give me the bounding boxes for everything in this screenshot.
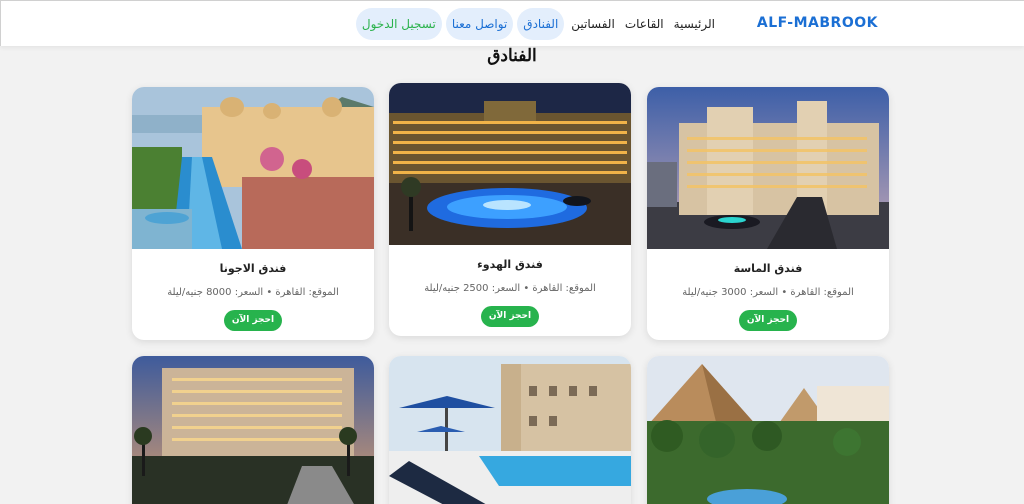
- nav-halls[interactable]: القاعات: [622, 8, 667, 40]
- hotel-meta: الموقع: القاهرة • السعر: 8000 جنيه/ليلة: [167, 287, 339, 298]
- book-now-button[interactable]: احجز الآن: [223, 310, 283, 331]
- hotel-photo-calm: [389, 83, 631, 245]
- nav-hotels[interactable]: الفنادق: [517, 8, 565, 40]
- hotel-photo-pool-resort: [389, 356, 631, 504]
- hotel-card: [132, 356, 374, 504]
- nav-home[interactable]: الرئيسية: [671, 8, 718, 40]
- hotel-card: فندق الاجونا الموقع: القاهرة • السعر: 80…: [132, 87, 374, 340]
- nav-dresses[interactable]: الفساتين: [568, 8, 618, 40]
- nav-contact[interactable]: تواصل معنا: [445, 8, 514, 40]
- hotel-name: فندق الاجونا: [219, 262, 287, 275]
- book-now-button[interactable]: احجز الآن: [738, 310, 798, 331]
- hotel-card: [647, 356, 889, 504]
- hotel-photo-laguna: [132, 87, 374, 249]
- hotel-name: فندق الهدوء: [477, 258, 543, 271]
- book-now-button[interactable]: احجز الآن: [480, 306, 540, 327]
- page-title: الفنادق: [487, 46, 537, 66]
- hotel-photo-pyramids: [647, 356, 889, 504]
- hotel-photo-diamond: [647, 87, 889, 249]
- brand-logo[interactable]: ALF-MABROOK: [757, 15, 878, 31]
- hotel-card: [389, 356, 631, 504]
- nav-links: الرئيسية القاعات الفساتين الفنادق تواصل …: [355, 8, 718, 40]
- hotel-photo-tower: [132, 356, 374, 504]
- hotel-card: فندق الماسة الموقع: القاهرة • السعر: 300…: [647, 87, 889, 340]
- hotel-meta: الموقع: القاهرة • السعر: 2500 جنيه/ليلة: [424, 283, 596, 294]
- nav-login[interactable]: تسجيل الدخول: [355, 8, 442, 40]
- top-navbar: ALF-MABROOK الرئيسية القاعات الفساتين ال…: [0, 0, 1024, 46]
- hotel-card: فندق الهدوء الموقع: القاهرة • السعر: 250…: [389, 83, 631, 336]
- hotel-name: فندق الماسة: [733, 262, 803, 275]
- hotel-meta: الموقع: القاهرة • السعر: 3000 جنيه/ليلة: [682, 287, 854, 298]
